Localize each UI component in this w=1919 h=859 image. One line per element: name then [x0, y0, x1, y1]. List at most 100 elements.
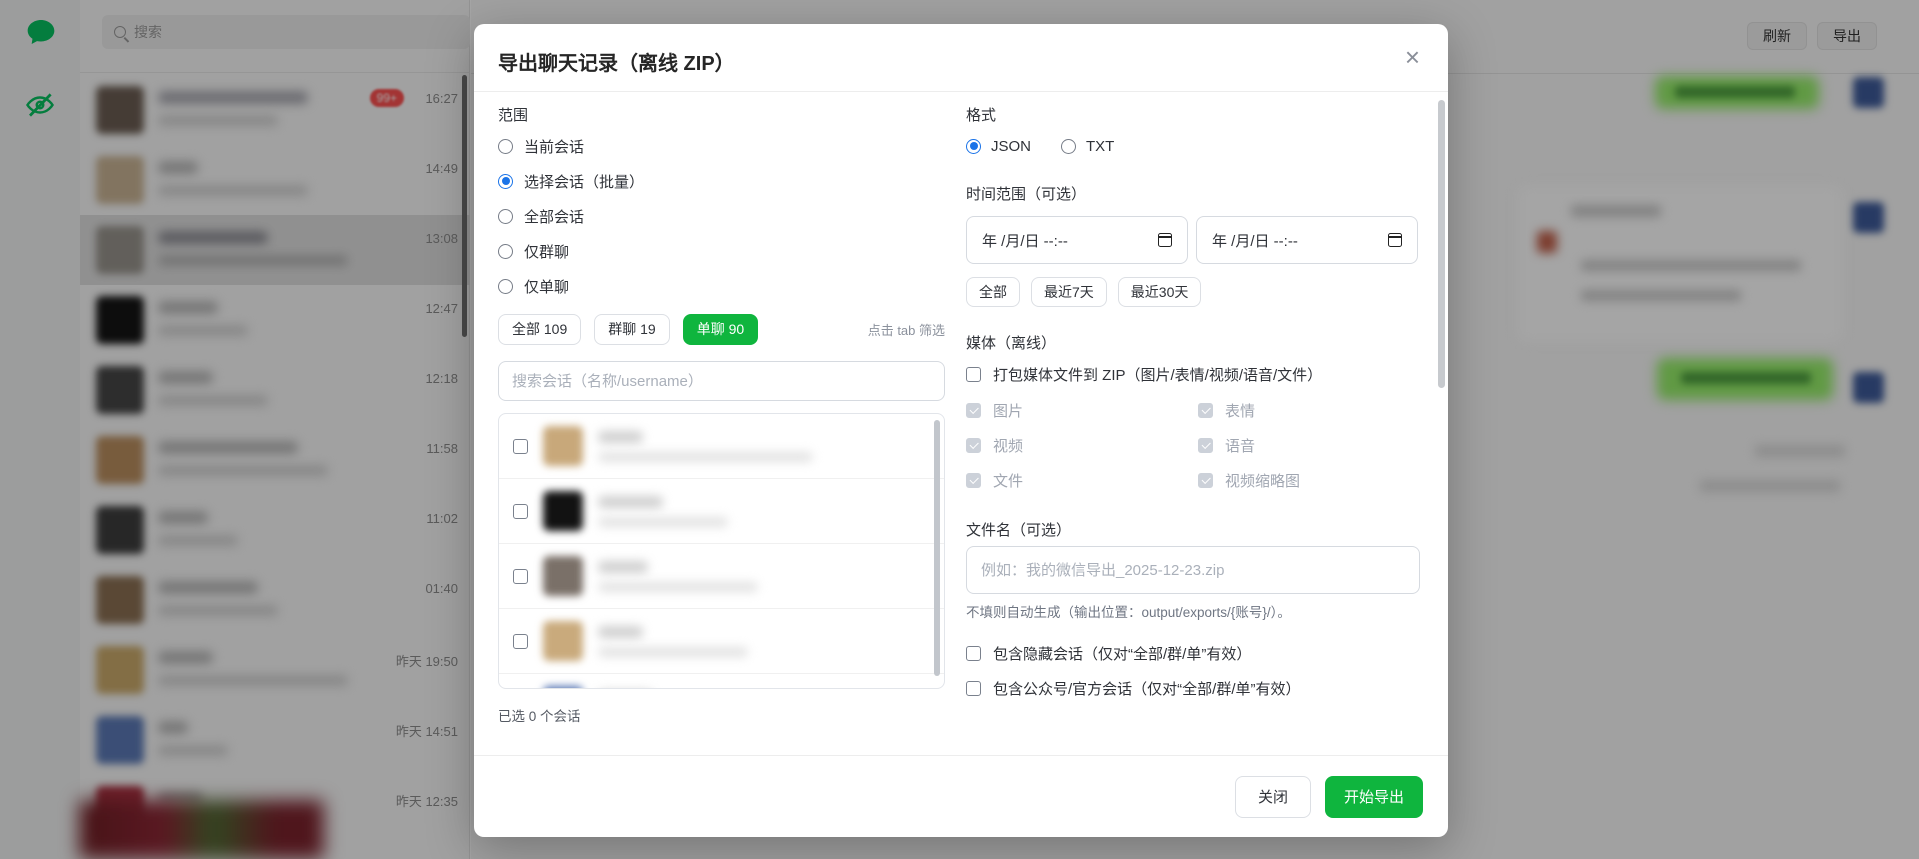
checkbox-icon[interactable] [966, 646, 981, 661]
avatar [543, 426, 583, 466]
name-blur [598, 561, 648, 573]
filename-section-label: 文件名（可选） [966, 519, 1420, 537]
conversation-item[interactable] [499, 674, 944, 689]
username-blur [598, 647, 748, 657]
checkbox-checked-disabled-icon [966, 438, 981, 453]
scope-option-select-batch[interactable]: 选择会话（批量） [498, 171, 945, 191]
conversation-item[interactable] [499, 479, 944, 544]
export-dialog: 导出聊天记录（离线 ZIP） × 范围 当前会话 选择会话（批量） 全部会话 仅… [474, 24, 1448, 837]
username-blur [598, 517, 728, 527]
checkbox-icon[interactable] [966, 367, 981, 382]
close-icon[interactable]: × [1401, 40, 1424, 74]
date-range-inputs: 年 /月/日 --:-- 年 /月/日 --:-- [966, 216, 1420, 264]
scope-option-singles-only[interactable]: 仅单聊 [498, 276, 945, 296]
dialog-scrollbar[interactable] [1438, 100, 1445, 388]
format-section-label: 格式 [966, 104, 1420, 122]
checkbox-checked-disabled-icon [1198, 473, 1213, 488]
radio-icon[interactable] [498, 139, 513, 154]
radio-selected-icon[interactable] [966, 139, 981, 154]
scope-option-groups-only[interactable]: 仅群聊 [498, 241, 945, 261]
media-type-file: 文件 [966, 471, 1198, 489]
conversation-item[interactable] [499, 609, 944, 674]
format-option-txt[interactable]: TXT [1061, 138, 1114, 155]
start-date-input[interactable]: 年 /月/日 --:-- [966, 216, 1188, 264]
avatar [543, 621, 583, 661]
checkbox-checked-disabled-icon [966, 473, 981, 488]
checkbox-icon[interactable] [513, 634, 528, 649]
include-official-checkbox-row[interactable]: 包含公众号/官方会话（仅对“全部/群/单”有效） [966, 678, 1420, 698]
dialog-header: 导出聊天记录（离线 ZIP） × [474, 24, 1448, 92]
filter-tab-singles[interactable]: 单聊 90 [683, 314, 758, 345]
avatar [543, 686, 583, 689]
radio-icon[interactable] [498, 244, 513, 259]
format-option-label: TXT [1086, 138, 1114, 155]
conversation-text-blur [598, 431, 813, 462]
scope-option-all[interactable]: 全部会话 [498, 206, 945, 226]
radio-selected-icon[interactable] [498, 174, 513, 189]
media-type-voice: 语音 [1198, 436, 1420, 454]
start-export-button[interactable]: 开始导出 [1325, 776, 1423, 818]
checkbox-checked-disabled-icon [1198, 438, 1213, 453]
checkbox-checked-disabled-icon [966, 403, 981, 418]
format-options: JSON TXT [966, 136, 1420, 156]
include-hidden-label: 包含隐藏会话（仅对“全部/群/单”有效） [993, 643, 1251, 664]
conversation-text-blur [598, 626, 748, 657]
media-type-video-thumbnail: 视频缩略图 [1198, 471, 1420, 489]
checkbox-icon[interactable] [966, 681, 981, 696]
filter-tab-all[interactable]: 全部 109 [498, 314, 581, 345]
radio-icon[interactable] [1061, 139, 1076, 154]
calendar-icon[interactable] [1158, 233, 1172, 247]
include-official-label: 包含公众号/官方会话（仅对“全部/群/单”有效） [993, 678, 1301, 699]
dialog-title: 导出聊天记录（离线 ZIP） [498, 47, 735, 76]
media-section-label: 媒体（离线） [966, 332, 1420, 350]
scope-option-label: 当前会话 [524, 136, 584, 157]
radio-icon[interactable] [498, 279, 513, 294]
filter-tab-groups[interactable]: 群聊 19 [594, 314, 669, 345]
time-filter-all[interactable]: 全部 [966, 277, 1020, 307]
media-type-label: 图片 [993, 400, 1023, 421]
time-range-section-label: 时间范围（可选） [966, 183, 1420, 201]
username-blur [598, 452, 813, 462]
avatar [543, 491, 583, 531]
date-placeholder: 年 /月/日 --:-- [1212, 230, 1298, 251]
scope-option-label: 仅单聊 [524, 276, 569, 297]
time-quick-filters: 全部 最近7天 最近30天 [966, 277, 1420, 307]
checkbox-checked-disabled-icon [1198, 403, 1213, 418]
pack-media-checkbox-row[interactable]: 打包媒体文件到 ZIP（图片/表情/视频/语音/文件） [966, 364, 1420, 384]
pack-media-label: 打包媒体文件到 ZIP（图片/表情/视频/语音/文件） [993, 364, 1322, 385]
conversation-text-blur [598, 561, 758, 592]
scope-option-label: 全部会话 [524, 206, 584, 227]
name-blur [598, 431, 643, 443]
media-type-label: 视频缩略图 [1225, 470, 1300, 491]
include-hidden-checkbox-row[interactable]: 包含隐藏会话（仅对“全部/群/单”有效） [966, 643, 1420, 663]
conversation-list-scrollbar[interactable] [934, 420, 940, 676]
end-date-input[interactable]: 年 /月/日 --:-- [1196, 216, 1418, 264]
checkbox-icon[interactable] [513, 569, 528, 584]
close-button[interactable]: 关闭 [1235, 776, 1311, 818]
dialog-body: 范围 当前会话 选择会话（批量） 全部会话 仅群聊 仅单聊 [474, 92, 1448, 755]
scope-column: 范围 当前会话 选择会话（批量） 全部会话 仅群聊 仅单聊 [498, 104, 945, 755]
dialog-footer: 关闭 开始导出 [474, 755, 1448, 837]
conversation-search-input[interactable] [498, 361, 945, 401]
conversation-item[interactable] [499, 414, 944, 479]
calendar-icon[interactable] [1388, 233, 1402, 247]
media-type-sticker: 表情 [1198, 401, 1420, 419]
date-placeholder: 年 /月/日 --:-- [982, 230, 1068, 251]
media-type-label: 视频 [993, 435, 1023, 456]
checkbox-icon[interactable] [513, 439, 528, 454]
conversation-text-blur [598, 496, 728, 527]
scope-section-label: 范围 [498, 104, 945, 122]
conversation-list [498, 413, 945, 689]
scope-option-label: 选择会话（批量） [524, 171, 644, 192]
media-type-label: 语音 [1225, 435, 1255, 456]
time-filter-last7days[interactable]: 最近7天 [1031, 277, 1107, 307]
checkbox-icon[interactable] [513, 504, 528, 519]
conversation-item[interactable] [499, 544, 944, 609]
conversation-filter-tabs: 全部 109 群聊 19 单聊 90 点击 tab 筛选 [498, 313, 945, 345]
filename-input[interactable] [966, 546, 1420, 594]
radio-icon[interactable] [498, 209, 513, 224]
name-blur [598, 496, 663, 508]
format-option-json[interactable]: JSON [966, 138, 1031, 155]
scope-option-current[interactable]: 当前会话 [498, 136, 945, 156]
time-filter-last30days[interactable]: 最近30天 [1118, 277, 1202, 307]
